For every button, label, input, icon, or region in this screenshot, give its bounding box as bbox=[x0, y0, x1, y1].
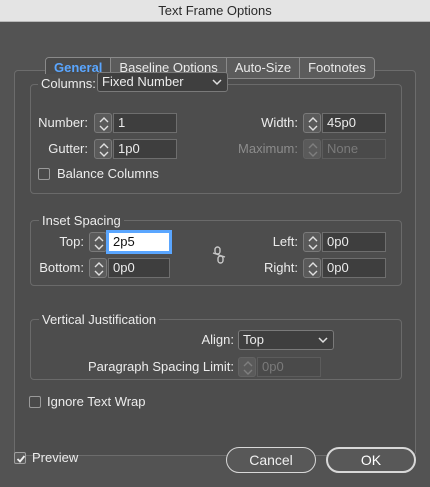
columns-label: Columns: bbox=[38, 74, 99, 94]
align-select[interactable]: Top bbox=[238, 330, 334, 350]
balance-columns-checkbox[interactable] bbox=[38, 168, 50, 180]
preview-label[interactable]: Preview bbox=[32, 448, 78, 468]
up-down-arrows-icon bbox=[94, 236, 104, 250]
up-down-arrows-icon bbox=[308, 236, 318, 250]
up-down-arrows-icon bbox=[94, 262, 104, 276]
up-down-arrows-icon bbox=[243, 361, 253, 375]
inset-left-field[interactable]: 0p0 bbox=[322, 232, 386, 252]
maximum-label: Maximum: bbox=[238, 141, 298, 156]
gutter-label: Gutter: bbox=[48, 141, 88, 156]
up-down-arrows-icon bbox=[99, 143, 109, 157]
ignore-text-wrap-label[interactable]: Ignore Text Wrap bbox=[47, 392, 146, 412]
up-down-arrows-icon bbox=[308, 143, 318, 157]
inset-spacing-title: Inset Spacing bbox=[39, 213, 124, 228]
gutter-field[interactable]: 1p0 bbox=[113, 139, 177, 159]
window-title: Text Frame Options bbox=[0, 0, 430, 22]
inset-top-field[interactable]: 2p5 bbox=[108, 232, 170, 252]
up-down-arrows-icon bbox=[99, 117, 109, 131]
width-stepper[interactable] bbox=[303, 113, 321, 133]
inset-right-label: Right: bbox=[264, 260, 298, 275]
width-field[interactable]: 45p0 bbox=[322, 113, 386, 133]
columns-type-select[interactable]: Fixed Number bbox=[97, 72, 228, 92]
align-value: Top bbox=[243, 332, 264, 347]
paragraph-spacing-limit-label: Paragraph Spacing Limit: bbox=[88, 359, 234, 374]
up-down-arrows-icon bbox=[308, 262, 318, 276]
inset-bottom-field[interactable]: 0p0 bbox=[108, 258, 170, 278]
broken-link-icon[interactable] bbox=[211, 246, 227, 264]
inset-right-stepper[interactable] bbox=[303, 258, 321, 278]
chevron-down-icon bbox=[318, 337, 328, 344]
up-down-arrows-icon bbox=[308, 117, 318, 131]
inset-left-stepper[interactable] bbox=[303, 232, 321, 252]
paragraph-spacing-field: 0p0 bbox=[257, 357, 321, 377]
checkmark-icon bbox=[16, 455, 26, 463]
ignore-text-wrap-checkbox[interactable] bbox=[29, 396, 41, 408]
tab-footnotes[interactable]: Footnotes bbox=[300, 58, 374, 78]
width-label: Width: bbox=[261, 115, 298, 130]
inset-left-label: Left: bbox=[272, 234, 298, 249]
cancel-button[interactable]: Cancel bbox=[226, 447, 316, 473]
tab-auto-size[interactable]: Auto-Size bbox=[227, 58, 301, 78]
paragraph-spacing-stepper bbox=[238, 357, 256, 377]
columns-type-value: Fixed Number bbox=[102, 74, 184, 89]
text-frame-options-dialog: General Baseline Options Auto-Size Footn… bbox=[0, 22, 430, 487]
maximum-stepper bbox=[303, 139, 321, 159]
ok-button[interactable]: OK bbox=[326, 447, 416, 473]
number-label: Number: bbox=[38, 115, 88, 130]
balance-columns-label[interactable]: Balance Columns bbox=[57, 164, 159, 184]
number-stepper[interactable] bbox=[94, 113, 112, 133]
inset-bottom-stepper[interactable] bbox=[89, 258, 107, 278]
align-label: Align: bbox=[201, 332, 234, 347]
inset-bottom-label: Bottom: bbox=[39, 260, 84, 275]
number-field[interactable]: 1 bbox=[113, 113, 177, 133]
chevron-down-icon bbox=[212, 79, 222, 86]
maximum-field: None bbox=[322, 139, 386, 159]
gutter-stepper[interactable] bbox=[94, 139, 112, 159]
preview-checkbox[interactable] bbox=[14, 452, 26, 464]
inset-top-label: Top: bbox=[59, 234, 84, 249]
inset-top-stepper[interactable] bbox=[89, 232, 107, 252]
vertical-justification-title: Vertical Justification bbox=[39, 312, 160, 327]
inset-right-field[interactable]: 0p0 bbox=[322, 258, 386, 278]
